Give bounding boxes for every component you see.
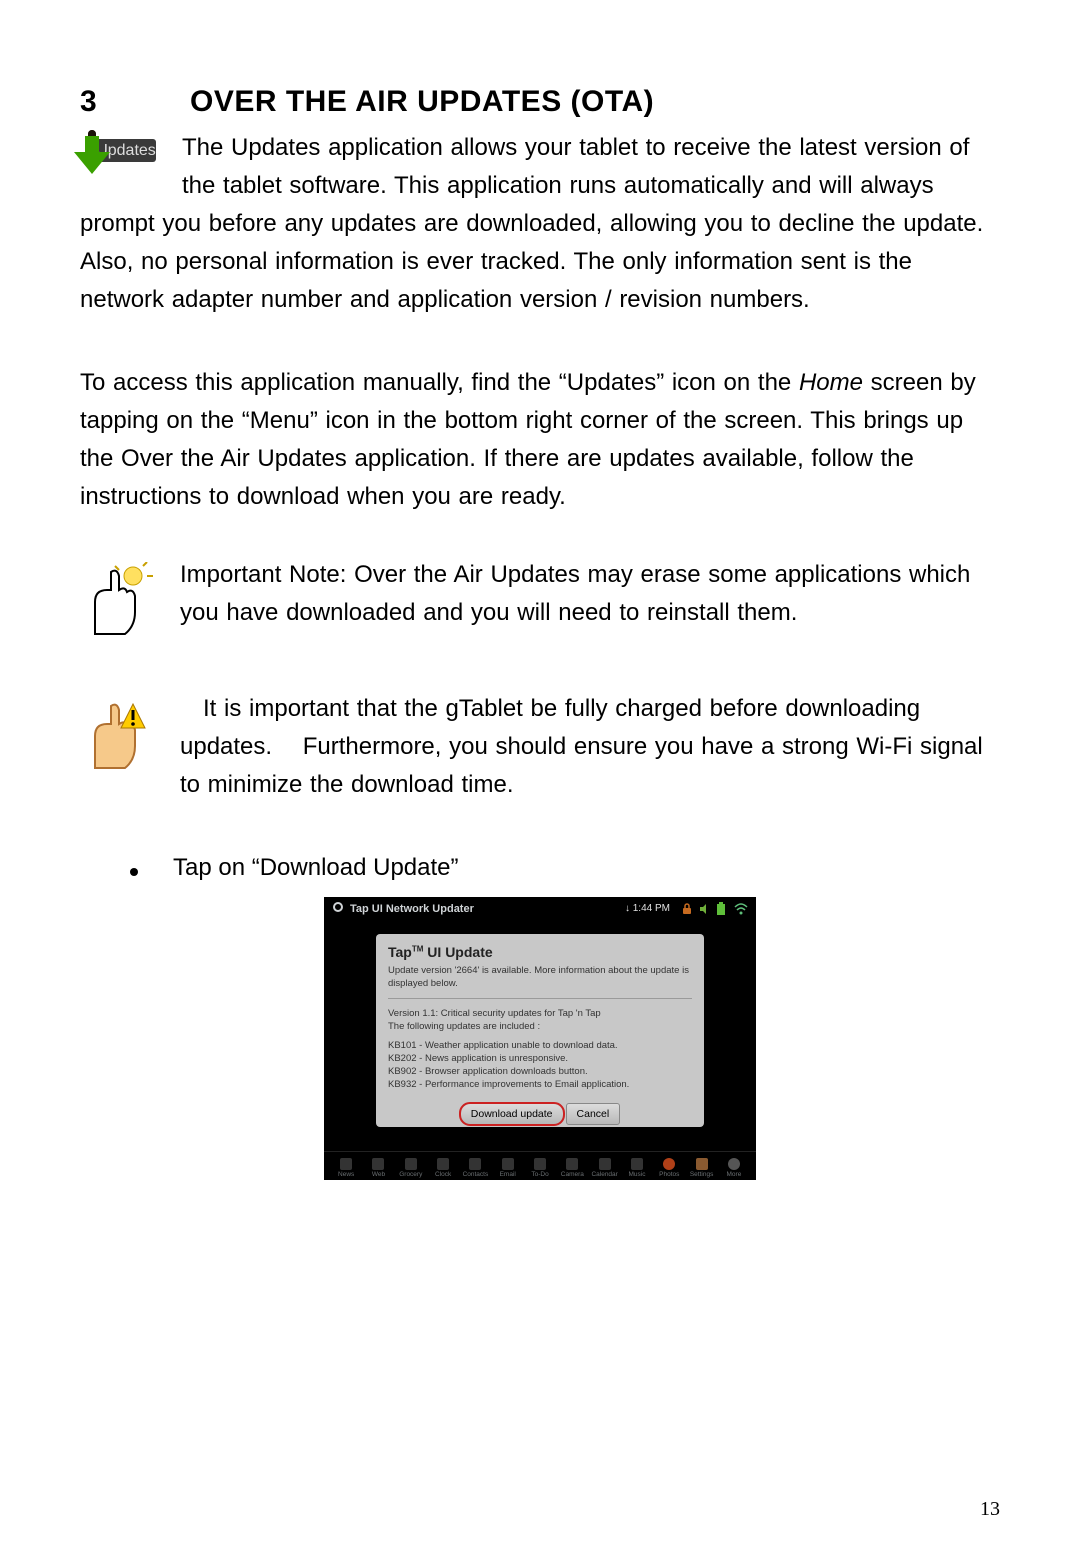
bullet-download-update: Tap on “Download Update” bbox=[80, 854, 1000, 882]
nav-settings[interactable]: Settings bbox=[685, 1158, 717, 1178]
nav-contacts[interactable]: Contacts bbox=[459, 1158, 491, 1178]
status-bar: Tap UI Network Updater ↓ 1:44 PM bbox=[324, 897, 756, 920]
nav-bar: News Web Grocery Clock Contacts Email To… bbox=[324, 1151, 756, 1180]
following-line: The following updates are included : bbox=[388, 1020, 692, 1033]
nav-music[interactable]: Music bbox=[621, 1158, 653, 1178]
divider bbox=[388, 998, 692, 999]
note-warning: It is important that the gTablet be full… bbox=[80, 690, 1000, 804]
nav-calendar[interactable]: Calendar bbox=[589, 1158, 621, 1178]
wifi-icon bbox=[734, 902, 748, 916]
paragraph-1-text: The Updates application allows your tabl… bbox=[80, 134, 983, 313]
note-important: Important Note: Over the Air Updates may… bbox=[80, 556, 1000, 640]
page-number: 13 bbox=[980, 1498, 1000, 1521]
kb-line: KB202 - News application is unresponsive… bbox=[388, 1052, 692, 1065]
update-card-title: TapTM UI Update bbox=[388, 944, 692, 960]
nav-email[interactable]: Email bbox=[492, 1158, 524, 1178]
note-warning-text: It is important that the gTablet be full… bbox=[180, 690, 1000, 804]
update-card: TapTM UI Update Update version '2664' is… bbox=[376, 934, 704, 1127]
kb-line: KB101 - Weather application unable to do… bbox=[388, 1039, 692, 1052]
bullet-text: Tap on “Download Update” bbox=[173, 854, 459, 882]
paragraph-2: To access this application manually, fin… bbox=[80, 364, 1000, 516]
section-number: 3 bbox=[80, 85, 190, 119]
hand-lightbulb-icon bbox=[80, 560, 160, 640]
nav-more[interactable]: More bbox=[718, 1158, 750, 1178]
version-line: Version 1.1: Critical security updates f… bbox=[388, 1007, 692, 1020]
section-title: OVER THE AIR UPDATES (OTA) bbox=[190, 85, 654, 119]
paragraph-1: Updates The Updates application allows y… bbox=[80, 129, 1000, 319]
volume-icon bbox=[698, 902, 712, 916]
kb-line: KB902 - Browser application downloads bu… bbox=[388, 1065, 692, 1078]
cancel-button[interactable]: Cancel bbox=[566, 1103, 621, 1125]
lock-icon bbox=[680, 902, 694, 916]
hand-warning-icon bbox=[80, 694, 160, 774]
battery-icon bbox=[716, 902, 730, 916]
nav-clock[interactable]: Clock bbox=[427, 1158, 459, 1178]
updates-app-icon: Updates bbox=[80, 129, 164, 170]
tablet-screenshot: Tap UI Network Updater ↓ 1:44 PM TapTM U… bbox=[324, 897, 756, 1180]
bullet-dot-icon bbox=[130, 868, 138, 876]
nav-photos[interactable]: Photos bbox=[653, 1158, 685, 1178]
section-heading: 3 OVER THE AIR UPDATES (OTA) bbox=[80, 85, 1000, 119]
kb-line: KB932 - Performance improvements to Emai… bbox=[388, 1078, 692, 1091]
nav-todo[interactable]: To-Do bbox=[524, 1158, 556, 1178]
note-important-text: Important Note: Over the Air Updates may… bbox=[180, 556, 1000, 632]
nav-web[interactable]: Web bbox=[362, 1158, 394, 1178]
nav-grocery[interactable]: Grocery bbox=[395, 1158, 427, 1178]
nav-news[interactable]: News bbox=[330, 1158, 362, 1178]
status-time: ↓ 1:44 PM bbox=[625, 903, 670, 914]
download-update-button[interactable]: Download update bbox=[460, 1103, 564, 1125]
button-row: Download update Cancel bbox=[388, 1103, 692, 1125]
app-title: Tap UI Network Updater bbox=[350, 903, 474, 915]
download-box-icon bbox=[88, 130, 96, 165]
update-card-desc: Update version '2664' is available. More… bbox=[388, 964, 692, 990]
home-italic: Home bbox=[799, 369, 863, 396]
document-page: 3 OVER THE AIR UPDATES (OTA) Updates The… bbox=[0, 0, 1080, 1566]
gear-icon bbox=[332, 901, 344, 916]
nav-camera[interactable]: Camera bbox=[556, 1158, 588, 1178]
